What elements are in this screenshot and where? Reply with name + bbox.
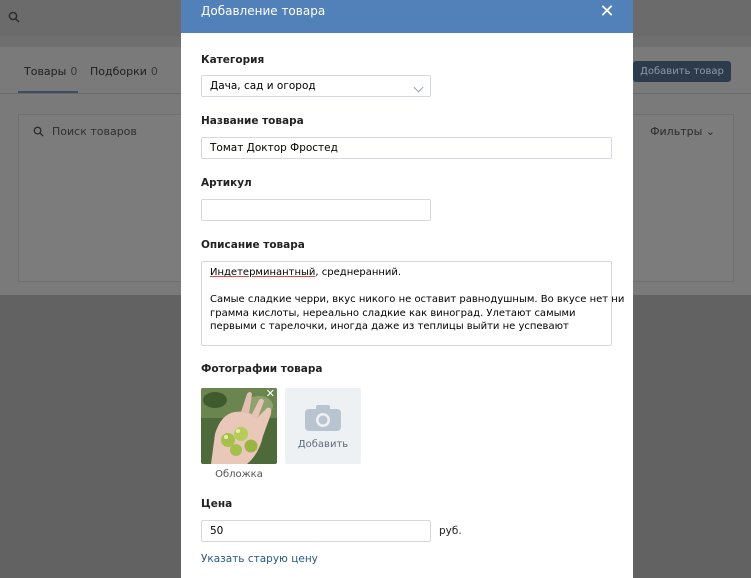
misspelled-word: Индетерминантный: [210, 267, 316, 278]
description-line: Индетерминантный, среднеранний.: [210, 266, 603, 280]
category-value: Дача, сад и огород: [210, 80, 316, 92]
cover-caption: Обложка: [215, 469, 263, 480]
tab-collections[interactable]: Подборки 0: [90, 65, 158, 78]
sku-input[interactable]: [201, 199, 431, 221]
description-line: Самые сладкие черри, вкус никого не оста…: [210, 294, 625, 305]
chevron-down-icon: ⌄: [705, 125, 715, 138]
tab-products-label: Товары: [24, 65, 67, 78]
description-line: первыми с тарелочки, иногда даже из тепл…: [210, 321, 569, 332]
photos-label: Фотографии товара: [201, 363, 323, 375]
modal-header: Добавление товара ✕: [181, 0, 633, 33]
sku-label: Артикул: [201, 177, 252, 189]
add-product-button[interactable]: Добавить товар: [633, 61, 731, 82]
name-label: Название товара: [201, 115, 304, 127]
tab-products[interactable]: Товары 0: [24, 65, 77, 78]
category-label: Категория: [201, 54, 265, 66]
tab-products-count: 0: [70, 65, 78, 78]
description-text: , среднеранний.: [315, 267, 402, 278]
close-icon[interactable]: ✕: [598, 3, 616, 21]
price-currency: руб.: [439, 525, 462, 537]
name-input[interactable]: Томат Доктор Фростед: [201, 137, 612, 159]
description-textarea[interactable]: Индетерминантный, среднеранний. Самые сл…: [201, 261, 625, 346]
modal-title: Добавление товара: [201, 4, 326, 18]
price-label: Цена: [201, 498, 233, 510]
product-photo[interactable]: ✕: [201, 388, 277, 464]
search-icon: [33, 126, 44, 137]
add-photo-button[interactable]: Добавить: [285, 388, 361, 464]
price-input[interactable]: 50: [201, 520, 431, 542]
search-icon[interactable]: [8, 11, 20, 26]
tab-collections-label: Подборки: [90, 65, 147, 78]
add-photo-label: Добавить: [297, 439, 349, 450]
search-placeholder: Поиск товаров: [52, 125, 137, 138]
search-products-input[interactable]: Поиск товаров: [33, 125, 137, 138]
camera-icon: [305, 405, 341, 434]
old-price-link[interactable]: Указать старую цену: [201, 553, 318, 565]
description-blank-line: [210, 280, 603, 294]
description-line: грамма кислоты, нереально сладкие как ви…: [210, 307, 576, 319]
remove-photo-icon[interactable]: ✕: [266, 388, 275, 400]
filters-button[interactable]: Фильтры ⌄: [650, 125, 715, 138]
filters-label: Фильтры: [650, 125, 703, 138]
tab-collections-count: 0: [150, 65, 158, 78]
description-label: Описание товара: [201, 239, 305, 251]
chevron-down-icon: [413, 82, 424, 93]
add-product-modal: Добавление товара ✕ Категория Дача, сад …: [181, 0, 633, 578]
category-select[interactable]: Дача, сад и огород: [201, 75, 431, 97]
